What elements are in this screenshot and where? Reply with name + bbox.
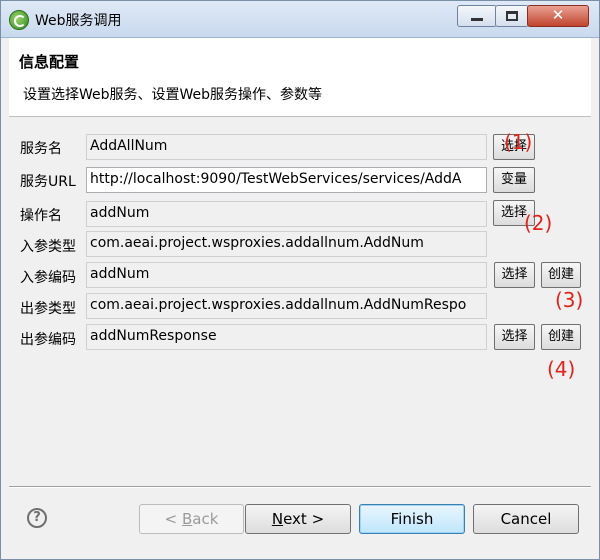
output-code-field[interactable]: addNumResponse [86,324,487,350]
select-input-code-button[interactable]: 选择 [494,262,535,288]
input-code-label: 入参编码 [20,270,76,286]
minimize-icon [471,18,483,21]
footer-separator [9,486,591,488]
operation-label: 操作名 [20,208,62,224]
page-description: 设置选择Web服务、设置Web服务操作、参数等 [23,87,323,103]
annotation-2: (2) [524,211,553,235]
next-rest: ext > [283,510,325,528]
next-mnemonic: N [271,510,284,528]
output-type-field: com.aeai.project.wsproxies.addallnum.Add… [86,293,487,319]
service-name-label: 服务名 [20,141,62,157]
back-mnemonic: B [181,510,193,528]
annotation-4: (4) [547,357,576,381]
create-input-code-button[interactable]: 创建 [541,262,581,288]
next-button[interactable]: Next > [245,504,351,534]
back-prefix: < [164,510,182,528]
window-title: Web服务调用 [35,13,122,29]
operation-field[interactable]: addNum [86,201,487,227]
maximize-icon [506,11,518,21]
service-url-field[interactable]: http://localhost:9090/TestWebServices/se… [86,167,487,193]
minimize-button[interactable] [457,5,497,27]
service-name-field[interactable]: AddAllNum [86,134,487,160]
annotation-1: (1) [504,130,533,154]
input-type-label: 入参类型 [20,239,76,255]
title-bar[interactable]: Web服务调用 ✕ [1,1,599,38]
select-output-code-button[interactable]: 选择 [494,324,535,350]
back-button[interactable]: < Back [139,504,244,534]
create-output-code-button[interactable]: 创建 [541,324,581,350]
output-code-label: 出参编码 [20,332,76,348]
help-icon[interactable]: ? [27,508,47,528]
finish-button[interactable]: Finish [359,504,465,534]
close-button[interactable]: ✕ [527,5,589,27]
app-icon [9,10,29,30]
service-url-label: 服务URL [20,174,76,190]
input-type-field: com.aeai.project.wsproxies.addallnum.Add… [86,231,487,257]
output-type-label: 出参类型 [20,301,76,317]
header-panel: 信息配置 设置选择Web服务、设置Web服务操作、参数等 [9,38,591,117]
page-title: 信息配置 [19,53,80,71]
cancel-button[interactable]: Cancel [473,504,579,534]
annotation-3: (3) [555,288,584,312]
url-variable-button[interactable]: 变量 [493,167,535,193]
dialog-window: Web服务调用 ✕ 信息配置 设置选择Web服务、设置Web服务操作、参数等 服… [0,0,600,560]
maximize-button[interactable] [495,5,529,27]
close-icon: ✕ [551,6,565,24]
input-code-field[interactable]: addNum [86,262,487,288]
back-rest: ack [192,510,219,528]
